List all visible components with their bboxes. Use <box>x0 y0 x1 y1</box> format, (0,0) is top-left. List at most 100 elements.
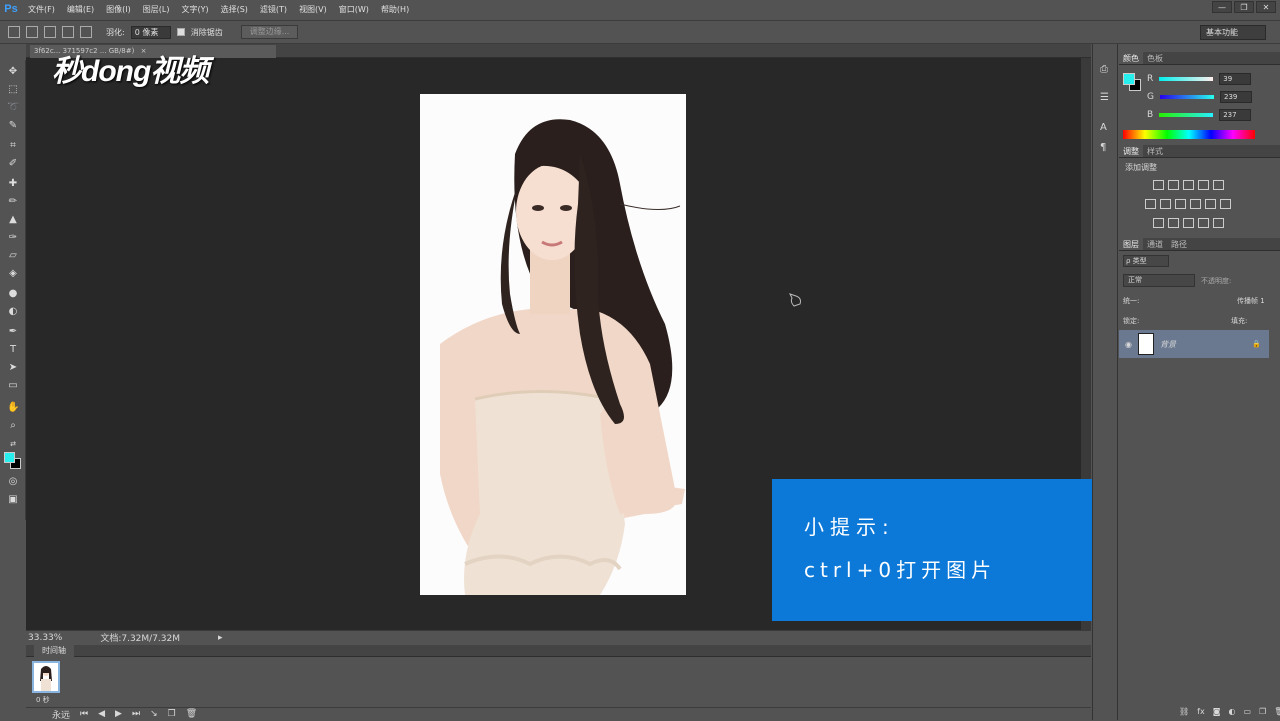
levels-icon[interactable] <box>1168 180 1179 190</box>
tab-adjustments[interactable]: 调整 <box>1119 145 1143 157</box>
vibrance-icon[interactable] <box>1213 180 1224 190</box>
timeline-frame-1[interactable] <box>32 661 60 693</box>
color-lookup-icon[interactable] <box>1220 199 1231 209</box>
black-white-icon[interactable] <box>1175 199 1186 209</box>
paragraph-panel-icon[interactable]: ¶ <box>1100 142 1106 153</box>
layer-row-background[interactable]: ◉ 背景 🔒 <box>1119 330 1269 358</box>
layer-filter-select[interactable]: ρ 类型 <box>1123 255 1169 267</box>
tab-paths[interactable]: 路径 <box>1167 238 1191 250</box>
restore-button[interactable]: ❐ <box>1234 1 1254 13</box>
brush-tool-icon[interactable]: ✏ <box>7 196 19 208</box>
feather-input[interactable]: 0 像素 <box>130 25 171 39</box>
red-value[interactable]: 39 <box>1219 73 1252 85</box>
color-balance-icon[interactable] <box>1160 199 1171 209</box>
green-value[interactable]: 239 <box>1219 91 1252 103</box>
quick-select-tool-icon[interactable]: ✎ <box>7 120 19 132</box>
menu-image[interactable]: 图像(I) <box>100 4 137 15</box>
refine-edge-button[interactable]: 调整边缘... <box>240 25 299 39</box>
curves-icon[interactable] <box>1183 180 1194 190</box>
swap-colors-icon[interactable]: ⇄ <box>7 438 19 450</box>
antialias-checkbox[interactable] <box>176 28 185 36</box>
photo-filter-icon[interactable] <box>1190 199 1201 209</box>
menu-edit[interactable]: 编辑(E) <box>61 4 100 15</box>
marquee-tool-icon[interactable]: ⬚ <box>7 84 19 96</box>
menu-filter[interactable]: 滤镜(T) <box>254 4 293 15</box>
foreground-color-swatch[interactable] <box>4 452 15 463</box>
blend-mode-select[interactable]: 正常 <box>1123 274 1195 287</box>
menu-window[interactable]: 窗口(W) <box>333 4 375 15</box>
visibility-eye-icon[interactable]: ◉ <box>1125 340 1132 349</box>
workspace-select[interactable]: 基本功能 <box>1200 25 1266 40</box>
color-panel-fg-swatch[interactable] <box>1123 73 1135 85</box>
subtract-selection-icon[interactable] <box>62 26 74 38</box>
status-menu-arrow-icon[interactable]: ▸ <box>218 633 223 643</box>
threshold-icon[interactable] <box>1183 218 1194 228</box>
hue-saturation-icon[interactable] <box>1145 199 1156 209</box>
add-mask-icon[interactable]: ◙ <box>1213 707 1221 716</box>
move-tool-icon[interactable]: ✥ <box>7 66 19 78</box>
minimize-button[interactable]: — <box>1212 1 1232 13</box>
selective-color-icon[interactable] <box>1213 218 1224 228</box>
properties-panel-icon[interactable]: ☰ <box>1100 92 1109 103</box>
posterize-icon[interactable] <box>1168 218 1179 228</box>
delete-frame-icon[interactable]: 🗑 <box>186 709 197 719</box>
blue-value[interactable]: 237 <box>1219 109 1252 121</box>
frame-delay[interactable]: 0 秒 <box>36 695 50 705</box>
gradient-map-icon[interactable] <box>1198 218 1209 228</box>
adjustment-layer-icon[interactable]: ◐ <box>1228 707 1235 716</box>
shape-tool-icon[interactable]: ▭ <box>7 380 19 392</box>
pen-tool-icon[interactable]: ✒ <box>7 326 19 338</box>
blue-slider[interactable] <box>1159 113 1214 117</box>
history-brush-icon[interactable]: ✑ <box>7 232 19 244</box>
zoom-tool-icon[interactable]: ⌕ <box>7 420 19 432</box>
paint-bucket-icon[interactable]: ◈ <box>7 268 19 280</box>
play-icon[interactable]: ▶ <box>115 709 122 719</box>
propagate-frame-label[interactable]: 传播帧 1 <box>1237 296 1265 306</box>
stamp-tool-icon[interactable]: ▲ <box>7 214 19 226</box>
menu-help[interactable]: 帮助(H) <box>375 4 415 15</box>
tab-color[interactable]: 颜色 <box>1119 52 1143 64</box>
close-button[interactable]: ✕ <box>1256 1 1276 13</box>
tab-swatches[interactable]: 色板 <box>1143 52 1167 64</box>
tween-icon[interactable]: ↘ <box>150 709 158 719</box>
invert-icon[interactable] <box>1153 218 1164 228</box>
document-image[interactable] <box>420 94 686 595</box>
prev-frame-icon[interactable]: ◀ <box>98 709 105 719</box>
lasso-preset-icon[interactable] <box>8 26 20 38</box>
healing-brush-icon[interactable]: ✚ <box>7 178 19 190</box>
dodge-tool-icon[interactable]: ◐ <box>7 306 19 318</box>
tab-layers[interactable]: 图层 <box>1119 238 1143 250</box>
quick-mask-icon[interactable]: ◎ <box>7 476 19 488</box>
group-icon[interactable]: ▭ <box>1243 707 1251 716</box>
new-selection-icon[interactable] <box>26 26 38 38</box>
new-layer-icon[interactable]: ❐ <box>1259 707 1266 716</box>
path-select-icon[interactable]: ➤ <box>7 362 19 374</box>
intersect-selection-icon[interactable] <box>80 26 92 38</box>
timeline-tab[interactable]: 时间轴 <box>34 645 74 657</box>
channel-mixer-icon[interactable] <box>1205 199 1216 209</box>
tab-channels[interactable]: 通道 <box>1143 238 1167 250</box>
eyedropper-tool-icon[interactable]: ✐ <box>7 158 19 170</box>
zoom-level[interactable]: 33.33% <box>28 633 62 643</box>
add-selection-icon[interactable] <box>44 26 56 38</box>
layer-style-icon[interactable]: fx <box>1197 707 1205 716</box>
next-frame-icon[interactable]: ⏭ <box>132 709 140 719</box>
first-frame-icon[interactable]: ⏮ <box>80 709 88 719</box>
lasso-tool-icon[interactable]: ➰ <box>7 102 19 114</box>
menu-type[interactable]: 文字(Y) <box>175 4 214 15</box>
link-layers-icon[interactable]: ⛓ <box>1179 707 1189 716</box>
green-slider[interactable] <box>1159 95 1214 99</box>
crop-tool-icon[interactable]: ⌗ <box>7 140 19 152</box>
menu-file[interactable]: 文件(F) <box>22 4 61 15</box>
screen-mode-icon[interactable]: ▣ <box>7 494 19 506</box>
type-tool-icon[interactable]: T <box>7 344 19 356</box>
eraser-tool-icon[interactable]: ▱ <box>7 250 19 262</box>
duplicate-frame-icon[interactable]: ❐ <box>168 709 176 719</box>
delete-layer-icon[interactable]: 🗑 <box>1274 707 1280 716</box>
character-panel-icon[interactable]: A <box>1100 122 1107 133</box>
color-spectrum[interactable] <box>1123 130 1255 139</box>
tab-styles[interactable]: 样式 <box>1143 145 1167 157</box>
blur-tool-icon[interactable]: ● <box>7 288 19 300</box>
layer-name[interactable]: 背景 <box>1160 339 1176 350</box>
red-slider[interactable] <box>1159 77 1214 81</box>
